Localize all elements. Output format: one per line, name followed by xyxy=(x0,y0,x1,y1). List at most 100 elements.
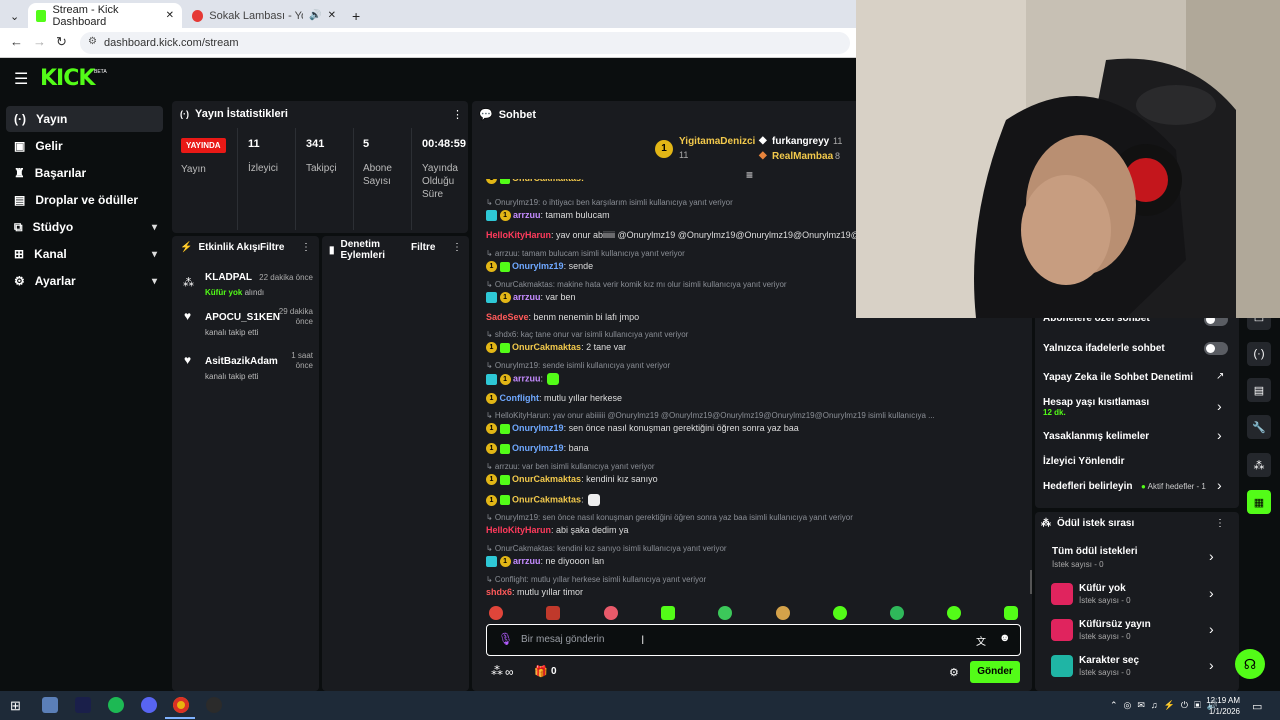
forward-icon[interactable]: → xyxy=(33,34,46,49)
kick-logo[interactable]: KICK xyxy=(40,66,95,91)
more-options-icon[interactable]: ⋮ xyxy=(1215,518,1225,529)
leader-name[interactable]: RealMambaa xyxy=(772,151,833,162)
emote-only-toggle[interactable] xyxy=(1204,342,1228,355)
emote-icon[interactable] xyxy=(1004,606,1018,620)
emote-icon[interactable] xyxy=(546,606,560,620)
chat-username[interactable]: arrzuu xyxy=(513,210,541,220)
gift-icon[interactable]: 🎁 xyxy=(534,665,548,678)
moderation-filter-button[interactable]: Filtre xyxy=(411,242,435,253)
chat-username[interactable]: arrzuu xyxy=(513,556,541,566)
tab-kick-dashboard[interactable]: Stream - Kick Dashboard ✕ xyxy=(28,3,182,28)
notification-icon[interactable]: ▭ xyxy=(1252,700,1262,713)
new-tab-button[interactable]: + xyxy=(344,3,368,28)
chat-username[interactable]: Conflight xyxy=(500,393,540,403)
chevron-right-icon[interactable]: › xyxy=(1217,398,1222,414)
chat-username[interactable]: arrzuu xyxy=(513,373,541,383)
tab-search-button[interactable]: ⌄ xyxy=(2,4,24,29)
chat-input-box[interactable]: 🎙 Bir mesaj gönderin I 文 ☻ xyxy=(486,624,1021,656)
chat-username[interactable]: OnurCakmaktas xyxy=(512,494,581,504)
activity-filter-button[interactable]: Filtre xyxy=(260,242,284,253)
chat-reply-context[interactable]: ↳ arrzuu: var ben isimli kullanıcıya yan… xyxy=(486,462,655,471)
points-icon[interactable]: ⁂ xyxy=(1247,453,1271,477)
broadcast-icon[interactable]: (·) xyxy=(1247,342,1271,366)
collapse-leaderboard-icon[interactable]: ≡ xyxy=(746,168,753,182)
url-field[interactable]: ⚙ dashboard.kick.com/stream xyxy=(80,32,850,54)
reload-icon[interactable]: ↻ xyxy=(56,34,67,50)
chat-reply-context[interactable]: ↳ Conflight: mutlu yıllar herkese isimli… xyxy=(486,575,706,584)
close-icon[interactable]: ✕ xyxy=(328,10,336,21)
emote-icon[interactable] xyxy=(776,606,790,620)
chat-reply-context[interactable]: ↳ Onurylmz19: sende isimli kullanıcıya y… xyxy=(486,361,670,370)
chevron-right-icon[interactable]: › xyxy=(1217,427,1222,443)
emote-icon[interactable] xyxy=(604,606,618,620)
points-icon[interactable]: ⁂ xyxy=(491,664,503,678)
microphone-icon[interactable]: 🎙 xyxy=(498,632,513,646)
chat-username[interactable]: HelloKityHarun xyxy=(486,230,551,240)
redirect-label[interactable]: İzleyici Yönlendir xyxy=(1043,456,1125,467)
chat-reply-context[interactable]: ↳ HelloKityHarun: yav onur abiiiiii @Onu… xyxy=(486,411,935,420)
taskbar-app-icon[interactable] xyxy=(42,697,58,713)
chat-username[interactable]: shdx6 xyxy=(486,587,512,597)
sidebar-item-studyo[interactable]: ⧉ Stüdyo ▾ xyxy=(6,214,163,240)
sidebar-item-gelir[interactable]: ▣ Gelir xyxy=(6,133,163,159)
clapperboard-icon[interactable]: ▦ xyxy=(1247,490,1271,514)
emoji-icon[interactable]: ☻ xyxy=(999,632,1011,644)
more-options-icon[interactable]: ⋮ xyxy=(301,242,311,253)
more-options-icon[interactable]: ⋮ xyxy=(452,108,463,121)
clock[interactable]: 12:19 AM 1/1/2026 xyxy=(1200,695,1240,717)
emote-icon[interactable] xyxy=(718,606,732,620)
emote-icon[interactable] xyxy=(833,606,847,620)
emote-icon[interactable] xyxy=(661,606,675,620)
chat-username[interactable]: OnurCakmaktas xyxy=(512,342,581,352)
chevron-right-icon[interactable]: › xyxy=(1217,477,1222,493)
obs-icon[interactable] xyxy=(206,697,222,713)
taskbar-app-icon[interactable] xyxy=(75,697,91,713)
emote-icon[interactable] xyxy=(890,606,904,620)
chat-username[interactable]: Onurylmz19 xyxy=(512,423,564,433)
sidebar-item-yayin[interactable]: (·) Yayın xyxy=(6,106,163,132)
sidebar-item-droplar[interactable]: ▤ Droplar ve ödüller xyxy=(6,187,163,213)
discord-icon[interactable] xyxy=(141,697,157,713)
layout-icon[interactable]: ▤ xyxy=(1247,378,1271,402)
leader-name[interactable]: YigitamaDenizci xyxy=(679,136,755,147)
ai-moderation-label[interactable]: Yapay Zeka ile Sohbet Denetimi xyxy=(1043,372,1193,383)
chat-username[interactable]: OnurCakmaktas xyxy=(512,474,581,484)
emote-icon[interactable] xyxy=(489,606,503,620)
emote-icon[interactable] xyxy=(947,606,961,620)
close-icon[interactable]: ✕ xyxy=(166,10,174,21)
back-icon[interactable]: ← xyxy=(10,34,23,49)
account-age-label[interactable]: Hesap yaşı kısıtlaması xyxy=(1043,397,1149,408)
windows-start-icon[interactable]: ⊞ xyxy=(10,698,21,714)
banned-words-label[interactable]: Yasaklanmış kelimeler xyxy=(1043,431,1149,442)
chat-reply-context[interactable]: ↳ Onurylmz19: o ihtiyacı ben karşılarım … xyxy=(486,198,733,207)
menu-icon[interactable]: ☰ xyxy=(14,69,28,89)
chat-reply-context[interactable]: ↳ shdx6: kaç tane onur var isimli kullan… xyxy=(486,330,688,339)
tab-youtube[interactable]: Sokak Lambası - YouTube M 🔊 ✕ xyxy=(184,3,344,28)
support-headset-icon[interactable]: ☊ xyxy=(1235,649,1265,679)
chrome-icon[interactable] xyxy=(173,697,189,713)
chat-username[interactable]: SadeSeve xyxy=(486,312,529,322)
chat-username[interactable]: Onurylmz19 xyxy=(512,443,564,453)
send-button[interactable]: Gönder xyxy=(970,661,1020,683)
wrench-icon[interactable]: 🔧 xyxy=(1247,415,1271,439)
translate-icon[interactable]: 文 xyxy=(976,633,986,648)
chat-reply-context[interactable]: ↳ OnurCakmaktas: kendini kız sanıyo isim… xyxy=(486,544,727,553)
chat-username[interactable]: arrzuu xyxy=(513,292,541,302)
more-options-icon[interactable]: ⋮ xyxy=(452,242,462,253)
site-info-icon[interactable]: ⚙ xyxy=(88,36,97,47)
sidebar-item-ayarlar[interactable]: ⚙ Ayarlar ▾ xyxy=(6,268,163,294)
chat-input[interactable]: Bir mesaj gönderin xyxy=(521,634,604,645)
chat-reply-context[interactable]: ↳ Onurylmz19: sen önce nasıl konuşman ge… xyxy=(486,513,853,522)
goals-label[interactable]: Hedefleri belirleyin xyxy=(1043,481,1132,492)
chat-username[interactable]: HelloKityHarun xyxy=(486,525,551,535)
sidebar-item-kanal[interactable]: ⊞ Kanal ▾ xyxy=(6,241,163,267)
chat-username[interactable]: Onurylmz19 xyxy=(512,261,564,271)
chat-reply-context[interactable]: ↳ arrzuu: tamam bulucam isimli kullanıcı… xyxy=(486,249,685,258)
leader-name[interactable]: furkangreyy xyxy=(772,136,829,147)
chat-reply-context[interactable]: ↳ OnurCakmaktas: makine hata verir komik… xyxy=(486,280,787,289)
spotify-icon[interactable] xyxy=(108,697,124,713)
external-link-icon[interactable]: ↗ xyxy=(1216,371,1224,382)
sidebar-item-basarilar[interactable]: ♜ Başarılar xyxy=(6,160,163,186)
chat-scrollbar[interactable] xyxy=(1030,570,1032,594)
gear-icon[interactable]: ⚙ xyxy=(949,666,959,679)
